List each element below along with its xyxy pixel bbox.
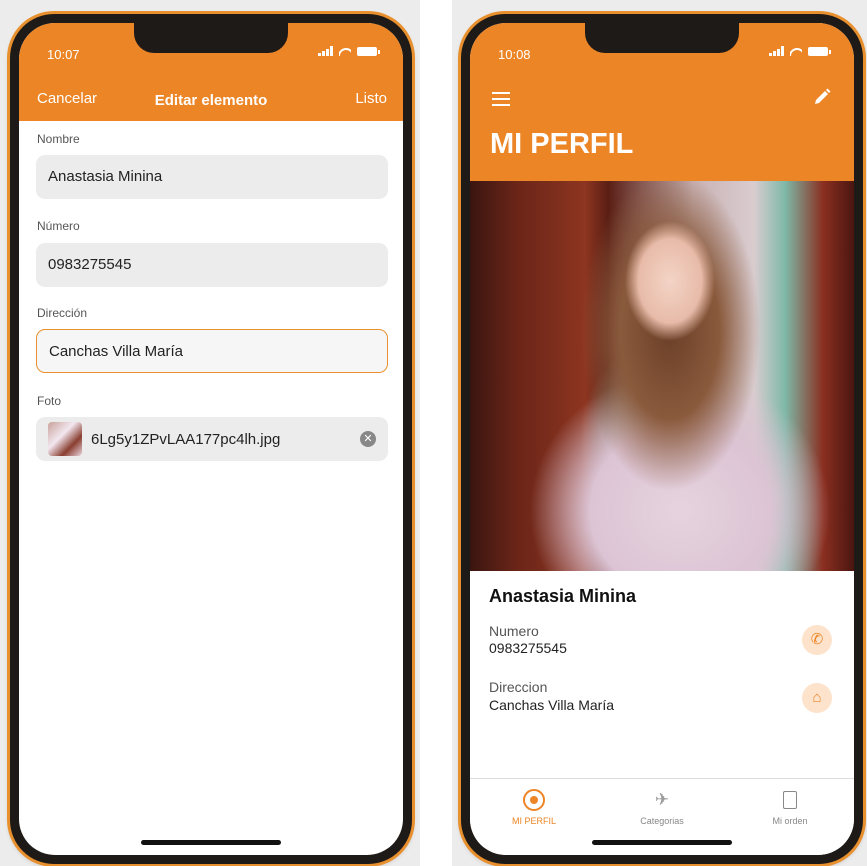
profile-name: Anastasia Minina bbox=[489, 586, 637, 606]
tab-label: MI PERFIL bbox=[511, 816, 556, 826]
wifi-icon bbox=[790, 46, 802, 56]
home-indicator bbox=[141, 840, 281, 845]
done-button[interactable]: Listo bbox=[355, 90, 387, 107]
phone-profile: 10:08 MI PERFIL Anastasia Minina Numero … bbox=[461, 14, 863, 864]
tab-mi-perfil[interactable]: MI PERFIL bbox=[484, 789, 584, 826]
battery-icon bbox=[357, 46, 380, 56]
home-button[interactable]: ⌂ bbox=[802, 683, 832, 713]
edit-screen: 10:07 Cancelar Editar elemento Listo Nom… bbox=[19, 23, 403, 855]
signal-icon bbox=[318, 46, 333, 56]
receipt-icon bbox=[783, 791, 797, 809]
home-icon: ⌂ bbox=[812, 689, 822, 706]
clear-photo-icon[interactable]: ✕ bbox=[360, 431, 376, 447]
wifi-icon bbox=[339, 46, 351, 56]
tab-label: Mi orden bbox=[772, 816, 808, 826]
nombre-input[interactable]: Anastasia Minina bbox=[36, 155, 388, 199]
status-icons bbox=[318, 46, 380, 56]
notch bbox=[585, 23, 739, 53]
direccion-label: Dirección bbox=[37, 306, 88, 320]
signal-icon bbox=[769, 46, 784, 56]
home-indicator bbox=[592, 840, 732, 845]
hamburger-menu-icon[interactable] bbox=[492, 92, 510, 110]
edit-nav: Cancelar Editar elemento Listo bbox=[19, 89, 403, 111]
direccion-input[interactable]: Canchas Villa María bbox=[36, 329, 388, 373]
foto-field[interactable]: 6Lg5y1ZPvLAA177pc4lh.jpg ✕ bbox=[36, 417, 388, 461]
broadcast-icon bbox=[523, 789, 545, 811]
foto-label: Foto bbox=[37, 394, 62, 408]
profile-photo bbox=[470, 181, 854, 571]
call-button[interactable]: ✆ bbox=[802, 625, 832, 655]
phone-edit-item: 10:07 Cancelar Editar elemento Listo Nom… bbox=[10, 14, 412, 864]
status-time: 10:08 bbox=[498, 47, 531, 62]
battery-icon bbox=[808, 46, 831, 56]
profile-screen: 10:08 MI PERFIL Anastasia Minina Numero … bbox=[470, 23, 854, 855]
numero-label: Número bbox=[37, 219, 80, 233]
nombre-label: Nombre bbox=[37, 132, 80, 146]
numero-input[interactable]: 0983275545 bbox=[36, 243, 388, 287]
tab-label: Categorias bbox=[640, 816, 684, 826]
page-title: Editar elemento bbox=[154, 92, 268, 109]
direccion-value: Canchas Villa María bbox=[489, 697, 615, 713]
photo-thumbnail bbox=[48, 422, 82, 456]
page-title: MI PERFIL bbox=[490, 128, 634, 160]
photo-filename: 6Lg5y1ZPvLAA177pc4lh.jpg bbox=[91, 430, 281, 448]
status-time: 10:07 bbox=[47, 47, 80, 62]
numero-value: 0983275545 bbox=[489, 640, 567, 656]
edit-pencil-icon[interactable] bbox=[812, 87, 832, 107]
numero-label: Numero bbox=[489, 623, 539, 639]
tab-mi-orden[interactable]: Mi orden bbox=[740, 789, 840, 826]
satellite-icon: ✈ bbox=[654, 790, 670, 809]
notch bbox=[134, 23, 288, 53]
status-icons bbox=[769, 46, 831, 56]
direccion-label: Direccion bbox=[489, 679, 548, 695]
phone-icon: ✆ bbox=[810, 631, 824, 648]
tab-categorias[interactable]: ✈ Categorias bbox=[612, 789, 712, 826]
